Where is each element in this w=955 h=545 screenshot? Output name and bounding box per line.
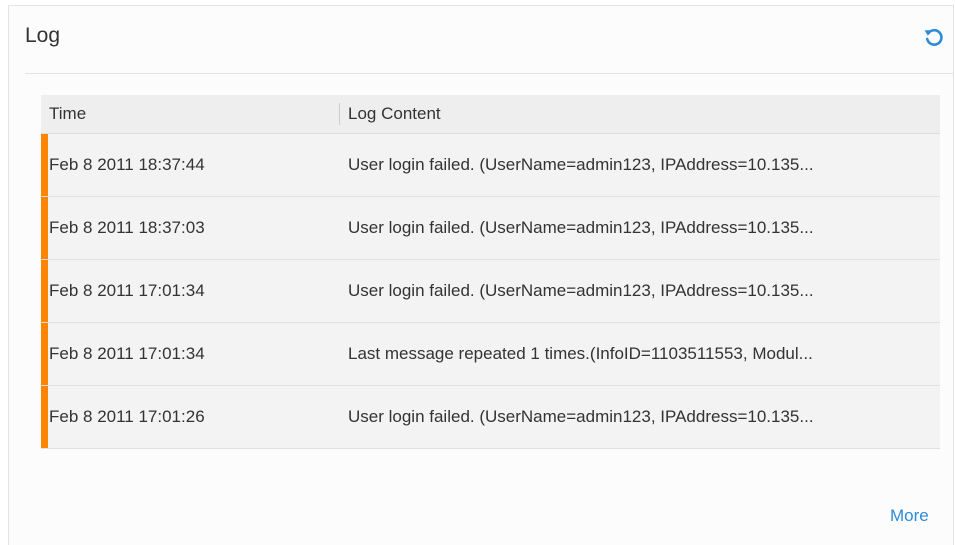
row-marker <box>41 323 48 385</box>
row-log-content: User login failed. (UserName=admin123, I… <box>348 218 814 237</box>
more-link[interactable]: More <box>890 506 929 526</box>
panel-header: Log <box>25 6 953 74</box>
row-time: Feb 8 2011 18:37:03 <box>49 218 205 237</box>
column-header-time[interactable]: Time <box>49 95 86 132</box>
table-row[interactable]: Feb 8 2011 17:01:34 User login failed. (… <box>41 260 940 323</box>
row-time: Feb 8 2011 17:01:26 <box>49 407 205 426</box>
row-marker <box>41 134 48 196</box>
row-marker <box>41 260 48 322</box>
row-log-content: User login failed. (UserName=admin123, I… <box>348 155 814 174</box>
log-panel: Log Time Log Content Feb 8 2011 18:37:44… <box>8 5 954 545</box>
table-row[interactable]: Feb 8 2011 17:01:34 Last message repeate… <box>41 323 940 386</box>
column-header-log-content[interactable]: Log Content <box>348 95 441 132</box>
row-marker <box>41 386 48 448</box>
row-log-content: Last message repeated 1 times.(InfoID=11… <box>348 344 813 363</box>
row-time: Feb 8 2011 17:01:34 <box>49 344 205 363</box>
log-table: Time Log Content Feb 8 2011 18:37:44 Use… <box>41 95 940 449</box>
row-log-content: User login failed. (UserName=admin123, I… <box>348 281 814 300</box>
row-time: Feb 8 2011 18:37:44 <box>49 155 205 174</box>
row-time: Feb 8 2011 17:01:34 <box>49 281 205 300</box>
table-header: Time Log Content <box>41 95 940 134</box>
table-row[interactable]: Feb 8 2011 18:37:44 User login failed. (… <box>41 134 940 197</box>
row-log-content: User login failed. (UserName=admin123, I… <box>348 407 814 426</box>
panel-title: Log <box>25 24 61 47</box>
row-marker <box>41 197 48 259</box>
table-row[interactable]: Feb 8 2011 17:01:26 User login failed. (… <box>41 386 940 449</box>
table-row[interactable]: Feb 8 2011 18:37:03 User login failed. (… <box>41 197 940 260</box>
refresh-icon[interactable] <box>922 25 946 49</box>
column-divider[interactable] <box>339 103 340 125</box>
